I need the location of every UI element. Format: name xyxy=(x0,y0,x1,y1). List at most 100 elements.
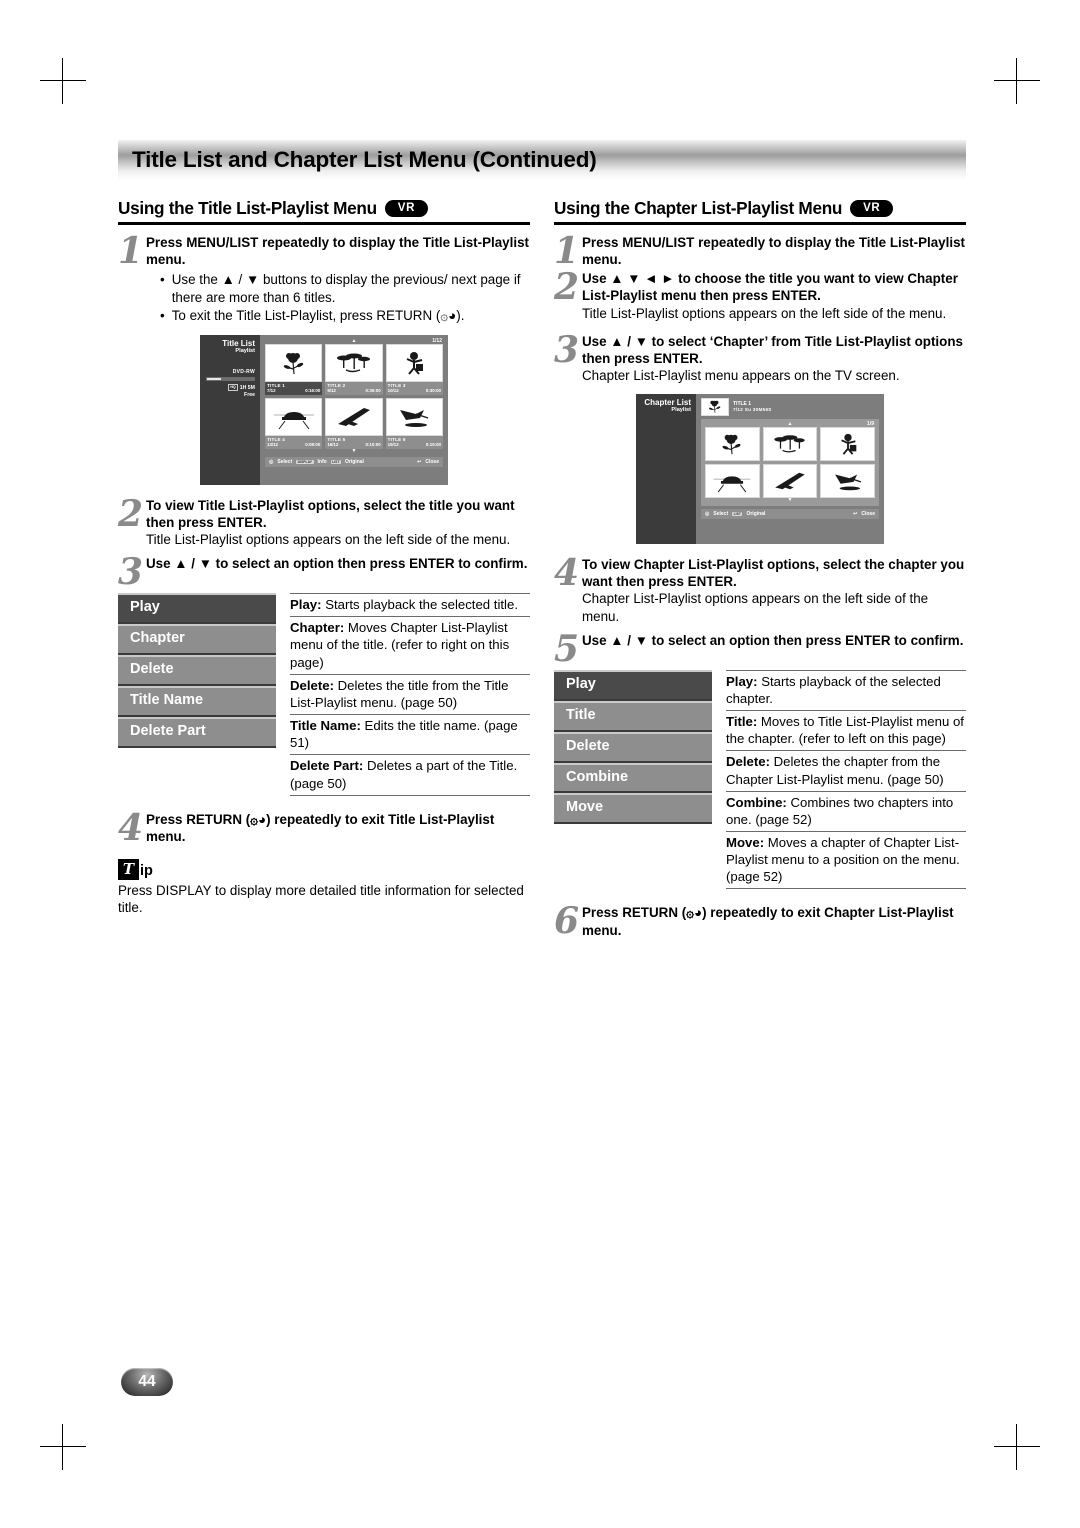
bullet-item: • To exit the Title List-Playlist, press… xyxy=(160,307,530,324)
step-bullets: • Use the ▲ / ▼ buttons to display the p… xyxy=(160,271,530,324)
chapter-grid-area: 1/9 ▲ ▼ xyxy=(701,418,879,506)
option-delete-part[interactable]: Delete Part xyxy=(118,716,276,748)
select-hint-icon: ◎ xyxy=(705,510,710,517)
title-thumb[interactable]: TITLE 3 10/12 0:30:00 xyxy=(385,343,443,395)
thumb-meta: TITLE 4 13/12 0:08:00 xyxy=(265,435,323,449)
tip-t-icon: T xyxy=(118,858,139,880)
osd-free-line: HQ 1H 5M xyxy=(200,383,255,392)
title-thumb[interactable]: TITLE 1 7/12 0:16:00 xyxy=(265,343,323,395)
left-step-3: 3 Use ▲ / ▼ to select an option then pre… xyxy=(118,551,530,594)
thumb-image-shuttle xyxy=(325,397,383,436)
chapter-thumb-car[interactable] xyxy=(705,463,760,498)
title-thumb[interactable]: TITLE 2 9/12 0:35:00 xyxy=(325,343,383,395)
crop-mark-top-right-h xyxy=(994,80,1040,81)
select-hint-label: Select xyxy=(713,510,729,517)
option-term: Delete: xyxy=(726,754,770,770)
step-number: 3 xyxy=(554,329,580,372)
step-number: 2 xyxy=(118,492,144,535)
page-number-badge: 44 xyxy=(121,1368,173,1396)
option-description-row: Play: Starts playback of the selected ch… xyxy=(726,669,966,710)
option-description-row: Delete Part: Deletes a part of the Title… xyxy=(290,754,530,796)
step-number: 5 xyxy=(554,627,580,670)
title-thumb[interactable]: TITLE 4 13/12 0:08:00 xyxy=(265,397,323,449)
title-list-osd: Title List Playlist DVD-RW HQ 1H 5M Free … xyxy=(200,334,448,485)
list-key: LIST xyxy=(330,459,342,464)
bullet-dot: • xyxy=(160,308,165,324)
right-column: Using the Chapter List-Playlist Menu VR … xyxy=(554,198,966,941)
title-thumb[interactable]: TITLE 5 16/12 0:10:00 xyxy=(325,397,383,449)
tip-text: Press DISPLAY to display more detailed t… xyxy=(118,882,524,916)
chapter-thumb-bird[interactable] xyxy=(820,463,875,498)
select-hint-label: Select xyxy=(277,458,293,465)
option-combine[interactable]: Combine xyxy=(554,762,712,794)
right-section-heading: Using the Chapter List-Playlist Menu VR xyxy=(554,198,966,225)
osd-main-area: TITLE 1 7/12 Su 30M56S 1/9 ▲ ▼ ◎ Select … xyxy=(696,394,884,544)
scroll-down-arrow-icon[interactable]: ▼ xyxy=(265,448,443,454)
thumb-date: 7/12 xyxy=(267,387,276,393)
option-description-row: Title: Moves to Title List-Playlist menu… xyxy=(726,710,966,750)
thumb-image-car xyxy=(265,397,323,436)
option-play[interactable]: Play xyxy=(118,593,276,625)
thumb-meta: TITLE 2 9/12 0:35:00 xyxy=(325,381,383,395)
right-heading-text: Using the Chapter List-Playlist Menu xyxy=(554,198,843,218)
bullet-text: Use the ▲ / ▼ buttons to display the pre… xyxy=(171,272,521,305)
option-text: Starts playback of the selected chapter. xyxy=(726,673,941,706)
thumb-meta: TITLE 3 10/12 0:30:00 xyxy=(385,381,443,395)
option-chapter[interactable]: Chapter xyxy=(118,624,276,655)
step-description: Title List-Playlist options appears on t… xyxy=(146,531,511,547)
left-step-2: 2 To view Title List-Playlist options, s… xyxy=(118,492,530,549)
step-number: 4 xyxy=(554,551,580,594)
osd-free-word: Free xyxy=(244,391,255,398)
crop-mark-top-left xyxy=(62,58,63,104)
osd-free-time: 1H 5M xyxy=(239,384,255,391)
tip-ip-label: ip xyxy=(140,863,153,880)
chapter-thumb-shuttle[interactable] xyxy=(762,463,818,498)
option-delete[interactable]: Delete xyxy=(554,731,712,763)
osd-title: Chapter List xyxy=(644,397,691,407)
step-number: 2 xyxy=(554,266,580,309)
page-title: Title List and Chapter List Menu (Contin… xyxy=(132,147,597,172)
chapter-thumb-rose[interactable] xyxy=(705,426,760,461)
option-delete[interactable]: Delete xyxy=(118,654,276,686)
chapter-header-info: TITLE 1 7/12 Su 30M56S xyxy=(733,401,772,412)
thumb-meta: TITLE 5 16/12 0:10:00 xyxy=(325,435,383,449)
option-description-row: Play: Starts playback the selected title… xyxy=(290,593,530,616)
crop-mark-bottom-right-h xyxy=(994,1446,1040,1447)
option-title[interactable]: Title xyxy=(554,700,712,732)
thumb-duration: 0:16:00 xyxy=(305,387,321,393)
thumb-date: 19/12 xyxy=(387,441,399,447)
option-text: Starts playback the selected title. xyxy=(321,597,518,613)
option-term: Title Name: xyxy=(290,718,361,734)
right-step-5: 5 Use ▲ / ▼ to select an option then pre… xyxy=(554,627,966,670)
close-label: Close xyxy=(425,458,439,465)
title-thumb[interactable]: TITLE 6 19/12 0:15:00 xyxy=(385,397,443,449)
step-description: Title List-Playlist options appears on t… xyxy=(582,305,947,321)
title-options-menu: Play Chapter Delete Title Name Delete Pa… xyxy=(118,593,276,796)
chapter-thumb-trees[interactable] xyxy=(762,426,818,461)
option-description-row: Move: Moves a chapter of Chapter List-Pl… xyxy=(726,830,966,890)
step-number: 3 xyxy=(118,551,144,594)
left-section-heading: Using the Title List-Playlist Menu VR xyxy=(118,198,530,225)
chapter-options-menu: Play Title Delete Combine Move xyxy=(554,669,712,890)
option-move[interactable]: Move xyxy=(554,793,712,825)
option-description-row: Delete: Deletes the chapter from the Cha… xyxy=(726,750,966,790)
chapter-options-descriptions: Play: Starts playback of the selected ch… xyxy=(726,669,966,890)
thumb-date: 16/12 xyxy=(327,441,339,447)
option-title-name[interactable]: Title Name xyxy=(118,685,276,717)
display-key: DISPLAY xyxy=(296,459,314,464)
original-label: Original xyxy=(345,458,364,465)
chapter-thumb-figure[interactable] xyxy=(820,426,875,461)
chapter-list-screenshot-wrap: Chapter List Playlist TITLE 1 7/12 Su 30… xyxy=(554,393,966,544)
thumb-date: 9/12 xyxy=(327,387,336,393)
scroll-down-arrow-icon[interactable]: ▼ xyxy=(705,497,875,503)
left-step-4: 4 Press RETURN (۞◕) repeatedly to exit T… xyxy=(118,809,530,845)
option-play[interactable]: Play xyxy=(554,669,712,701)
osd-sidebar: Chapter List Playlist xyxy=(636,393,696,544)
step-number: 1 xyxy=(554,230,580,272)
chapter-header-thumb-rose xyxy=(701,397,729,416)
osd-footer-bar: ◎ Select LIST Original ↩ Close xyxy=(701,508,879,519)
return-icon: ↩ xyxy=(417,458,422,465)
select-hint-icon: ◎ xyxy=(269,458,274,465)
bullet-item: • Use the ▲ / ▼ buttons to display the p… xyxy=(160,271,530,306)
chapter-list-osd: Chapter List Playlist TITLE 1 7/12 Su 30… xyxy=(636,393,884,544)
